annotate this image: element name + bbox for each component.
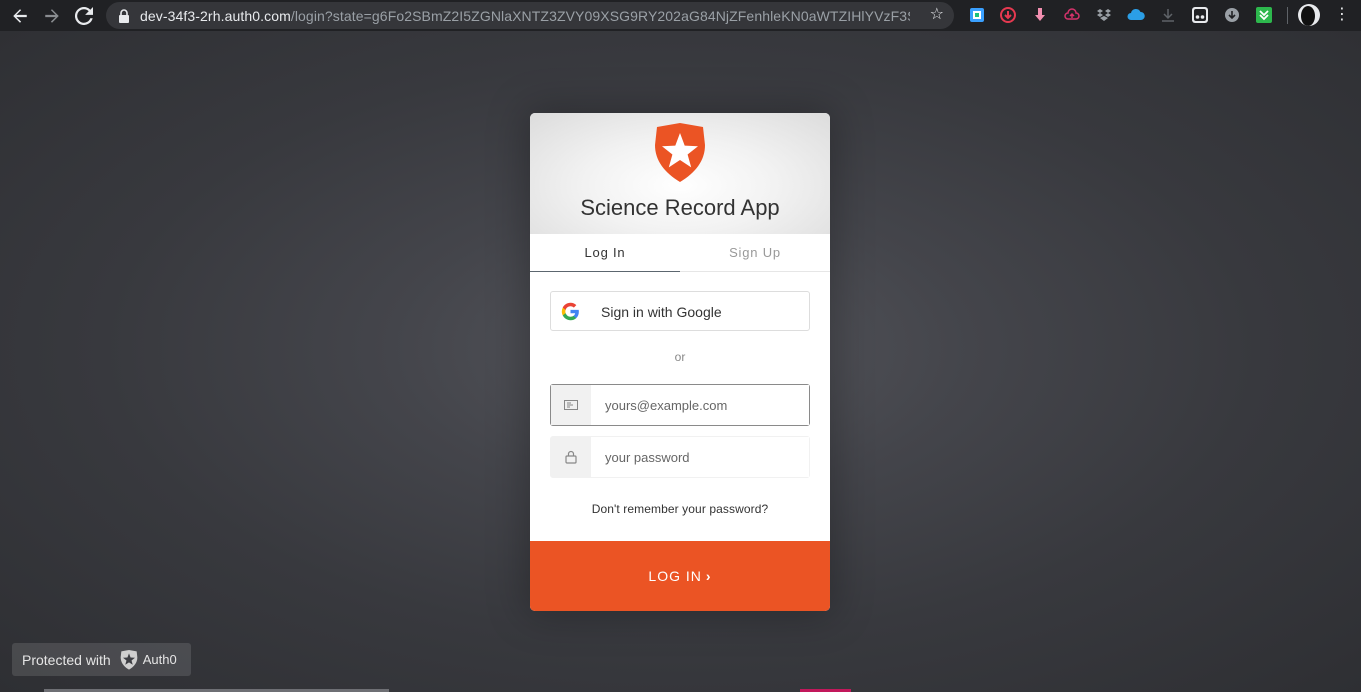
password-input[interactable] (591, 437, 809, 477)
extension-download-circle-icon[interactable] (1223, 6, 1241, 24)
extension-dropbox-icon[interactable] (1095, 6, 1113, 24)
email-input[interactable] (591, 385, 809, 425)
browser-menu-icon[interactable]: ⋮ (1334, 6, 1350, 26)
extension-download-grey-icon[interactable] (1159, 6, 1177, 24)
extension-glasses-icon[interactable] (1191, 6, 1209, 24)
log-in-submit-label: LOG IN (648, 568, 702, 584)
google-sign-in-label: Sign in with Google (601, 304, 722, 320)
extension-screenshot-icon[interactable] (968, 6, 986, 24)
extension-download-pink-icon[interactable] (1031, 6, 1049, 24)
extension-download-red-icon[interactable] (999, 6, 1017, 24)
chevron-right-icon: › (705, 568, 712, 584)
extension-cloud-blue-icon[interactable] (1127, 6, 1145, 24)
auth0-shield-small-icon (120, 649, 138, 670)
active-tab-indicator (530, 271, 680, 272)
forgot-password-link[interactable]: Don't remember your password? (530, 502, 830, 516)
auth0-shield-logo-icon (655, 123, 705, 182)
login-card: Science Record App Log In Sign Up Sign i… (530, 113, 830, 611)
arrow-right-icon (45, 8, 59, 23)
address-bar[interactable]: dev-34f3-2rh.auth0.com/login?state=g6Fo2… (106, 2, 954, 29)
extension-cloud-upload-icon[interactable] (1063, 6, 1081, 24)
browser-toolbar: dev-34f3-2rh.auth0.com/login?state=g6Fo2… (0, 0, 1361, 31)
google-sign-in-button[interactable]: Sign in with Google (550, 291, 810, 331)
log-in-submit-button[interactable]: LOG IN › (530, 541, 830, 611)
profile-avatar[interactable] (1298, 4, 1320, 26)
reload-button[interactable] (72, 4, 96, 28)
auth-tabs: Log In Sign Up (530, 234, 830, 272)
tab-log-in[interactable]: Log In (530, 234, 680, 271)
email-envelope-icon (551, 385, 591, 425)
card-header: Science Record App (530, 113, 830, 234)
protected-text: Protected with (22, 651, 111, 668)
extension-chevrons-green-icon[interactable] (1255, 6, 1273, 24)
app-title: Science Record App (580, 195, 780, 220)
google-icon (561, 302, 579, 321)
url-host: dev-34f3-2rh.auth0.com (140, 7, 291, 24)
reload-icon (75, 6, 93, 25)
padlock-icon (551, 437, 591, 477)
protected-with-auth0-badge[interactable]: Protected with Auth0 (12, 643, 191, 676)
or-separator: or (674, 350, 686, 364)
tab-sign-up[interactable]: Sign Up (680, 234, 830, 271)
forward-button[interactable] (40, 4, 64, 28)
toolbar-separator (1287, 7, 1288, 24)
auth0-brand-text: Auth0 (142, 652, 177, 667)
password-field (550, 436, 810, 478)
bookmark-star-icon[interactable]: ☆ (930, 7, 944, 23)
back-button[interactable] (8, 4, 32, 28)
arrow-left-icon (13, 8, 27, 23)
url-path: /login?state=g6Fo2SBmZ2I5ZGNlaXNTZ3ZVY09… (290, 7, 910, 24)
lock-icon (118, 8, 132, 23)
url-text: dev-34f3-2rh.auth0.com/login?state=g6Fo2… (140, 8, 910, 24)
email-field (550, 384, 810, 426)
